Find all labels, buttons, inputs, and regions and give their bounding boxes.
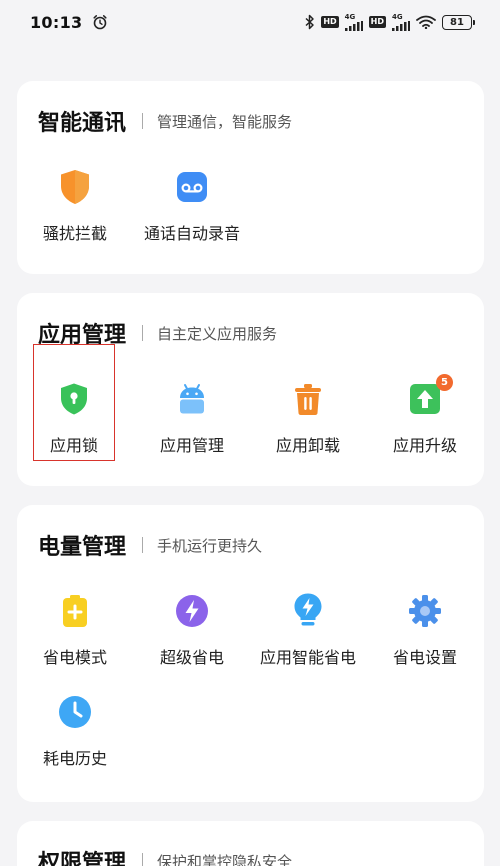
status-right: HD 4G HD 4G 81: [305, 12, 475, 31]
clock-icon: [55, 693, 95, 731]
item-super-power-saving[interactable]: 超级省电: [137, 568, 247, 668]
upgrade-icon: 5: [405, 374, 453, 418]
update-count-badge: 5: [436, 374, 453, 391]
item-power-history[interactable]: 耗电历史: [20, 669, 130, 769]
battery-indicator: 81: [442, 14, 475, 30]
title-divider: [142, 853, 144, 866]
card-header: 权限管理 保护和掌控隐私安全: [38, 845, 292, 866]
title-divider: [142, 113, 144, 129]
bluetooth-icon: [305, 14, 315, 30]
item-label: 省电模式: [42, 648, 107, 667]
battery-plus-icon: [55, 592, 95, 630]
item-power-saving-settings[interactable]: 省电设置: [370, 568, 480, 668]
item-label: 应用管理: [159, 436, 224, 455]
gear-icon: [405, 592, 445, 630]
item-label: 省电设置: [392, 648, 457, 667]
card-smart-communication: 智能通讯 管理通信，智能服务 骚扰拦截 通话自动录音: [17, 81, 484, 274]
section-subtitle: 手机运行更持久: [157, 536, 263, 555]
item-power-saving-mode[interactable]: 省电模式: [20, 568, 130, 668]
item-harassment-block[interactable]: 骚扰拦截: [20, 144, 130, 244]
section-title: 权限管理: [38, 851, 127, 866]
status-time: 10:13: [30, 12, 83, 32]
status-bar: 10:13 HD 4G HD 4G 81: [0, 0, 500, 44]
item-label: 通话自动录音: [143, 224, 240, 243]
item-app-uninstall[interactable]: 应用卸载: [253, 356, 363, 456]
item-auto-call-record[interactable]: 通话自动录音: [137, 144, 247, 244]
card-power-management: 电量管理 手机运行更持久 省电模式 超级省电 应用智能省电 省电设置 耗电历史: [17, 505, 484, 802]
network-type-label: 4G: [344, 12, 356, 21]
item-label: 应用锁: [49, 436, 98, 455]
alarm-clock-icon: [92, 14, 108, 30]
network-type-label-2: 4G: [392, 12, 403, 21]
lock-shield-icon: [54, 380, 94, 418]
hd-badge-2: HD: [368, 16, 386, 28]
signal-2: 4G: [392, 12, 410, 31]
item-app-upgrade[interactable]: 5 应用升级: [370, 356, 480, 456]
title-divider: [142, 325, 144, 341]
android-icon: [172, 380, 212, 418]
item-label: 耗电历史: [42, 749, 107, 768]
call-record-icon: [172, 168, 212, 206]
item-app-smart-power-saving[interactable]: 应用智能省电: [253, 568, 363, 668]
signal-bars-icon: [344, 20, 363, 31]
item-label: 应用卸载: [275, 436, 340, 455]
lightning-icon: [172, 592, 212, 630]
card-app-management: 应用管理 自主定义应用服务 应用锁 应用管理 应用卸载 5 应用升级: [17, 293, 484, 486]
bulb-icon: [288, 592, 328, 630]
title-divider: [142, 537, 144, 553]
section-title: 智能通讯: [38, 111, 127, 136]
card-header: 智能通讯 管理通信，智能服务: [38, 105, 292, 137]
wifi-icon: [416, 15, 436, 29]
shield-icon: [55, 168, 95, 206]
item-label: 应用智能省电: [259, 648, 356, 667]
signal-1: 4G: [344, 12, 363, 31]
item-app-lock[interactable]: 应用锁: [19, 356, 129, 456]
trash-icon: [288, 380, 328, 418]
item-label: 应用升级: [392, 436, 457, 455]
section-title: 电量管理: [38, 535, 127, 560]
card-permission-management: 权限管理 保护和掌控隐私安全: [17, 821, 484, 866]
item-label: 超级省电: [159, 648, 224, 667]
status-left: 10:13: [30, 13, 108, 32]
signal-bars-icon-2: [392, 20, 410, 31]
section-subtitle: 自主定义应用服务: [157, 324, 278, 343]
hd-badge: HD: [321, 16, 339, 28]
item-app-manage[interactable]: 应用管理: [137, 356, 247, 456]
card-header: 电量管理 手机运行更持久: [38, 529, 262, 561]
section-subtitle: 管理通信，智能服务: [157, 112, 293, 131]
section-subtitle: 保护和掌控隐私安全: [157, 852, 293, 866]
item-label: 骚扰拦截: [42, 224, 107, 243]
